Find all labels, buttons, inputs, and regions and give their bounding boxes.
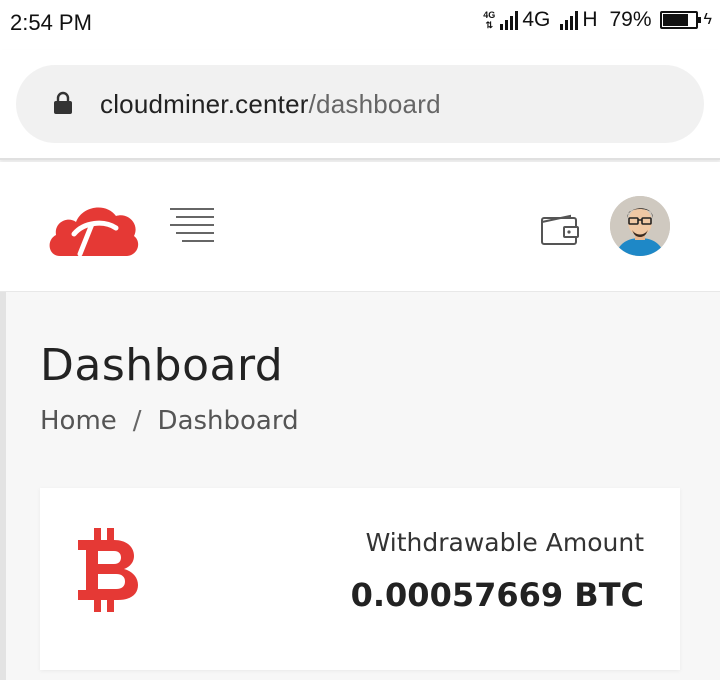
signal-bars-icon bbox=[500, 10, 519, 30]
breadcrumb-separator: / bbox=[132, 406, 142, 436]
network-type-label-2: H bbox=[582, 8, 598, 31]
battery-percent: 79% bbox=[609, 8, 652, 31]
status-indicators: 4G ⇅ 4G H 79% ϟ bbox=[482, 8, 712, 32]
breadcrumb-home-link[interactable]: Home bbox=[40, 406, 117, 436]
status-bar: 2:54 PM 4G ⇅ 4G H 79% ϟ bbox=[0, 0, 720, 50]
url-domain: cloudminer.center bbox=[100, 89, 309, 119]
network-type-small: 4G ⇅ bbox=[482, 10, 496, 30]
avatar-illustration-icon bbox=[610, 196, 670, 256]
withdrawable-amount-label: Withdrawable Amount bbox=[365, 528, 644, 557]
user-avatar[interactable] bbox=[610, 196, 670, 256]
network-type-label: 4G bbox=[522, 8, 551, 31]
wallet-icon[interactable] bbox=[540, 214, 580, 246]
breadcrumb: Home / Dashboard bbox=[40, 406, 299, 436]
main-content: Dashboard Home / Dashboard Withdrawable … bbox=[0, 292, 720, 680]
app-header bbox=[0, 162, 720, 292]
withdrawable-amount-card: Withdrawable Amount 0.00057669 BTC bbox=[40, 488, 680, 670]
lock-icon bbox=[54, 91, 72, 114]
battery-fill bbox=[662, 14, 688, 26]
bitcoin-icon bbox=[78, 528, 138, 612]
cloud-logo-icon[interactable] bbox=[46, 198, 140, 258]
signal-bars-icon-2 bbox=[560, 10, 579, 30]
data-arrows-icon: ⇅ bbox=[485, 20, 494, 30]
breadcrumb-current: Dashboard bbox=[157, 406, 299, 436]
battery-icon bbox=[659, 11, 701, 29]
page-title: Dashboard bbox=[40, 340, 284, 391]
url-path: /dashboard bbox=[308, 89, 441, 119]
url-text: cloudminer.center/dashboard bbox=[100, 89, 441, 120]
network-type-small-label: 4G bbox=[483, 10, 496, 20]
withdrawable-amount-value: 0.00057669 BTC bbox=[350, 576, 644, 614]
status-time: 2:54 PM bbox=[10, 10, 92, 35]
hamburger-menu-icon[interactable] bbox=[170, 208, 214, 244]
browser-toolbar: cloudminer.center/dashboard bbox=[0, 50, 720, 160]
address-bar[interactable]: cloudminer.center/dashboard bbox=[16, 65, 704, 143]
charging-icon: ϟ bbox=[703, 11, 712, 28]
